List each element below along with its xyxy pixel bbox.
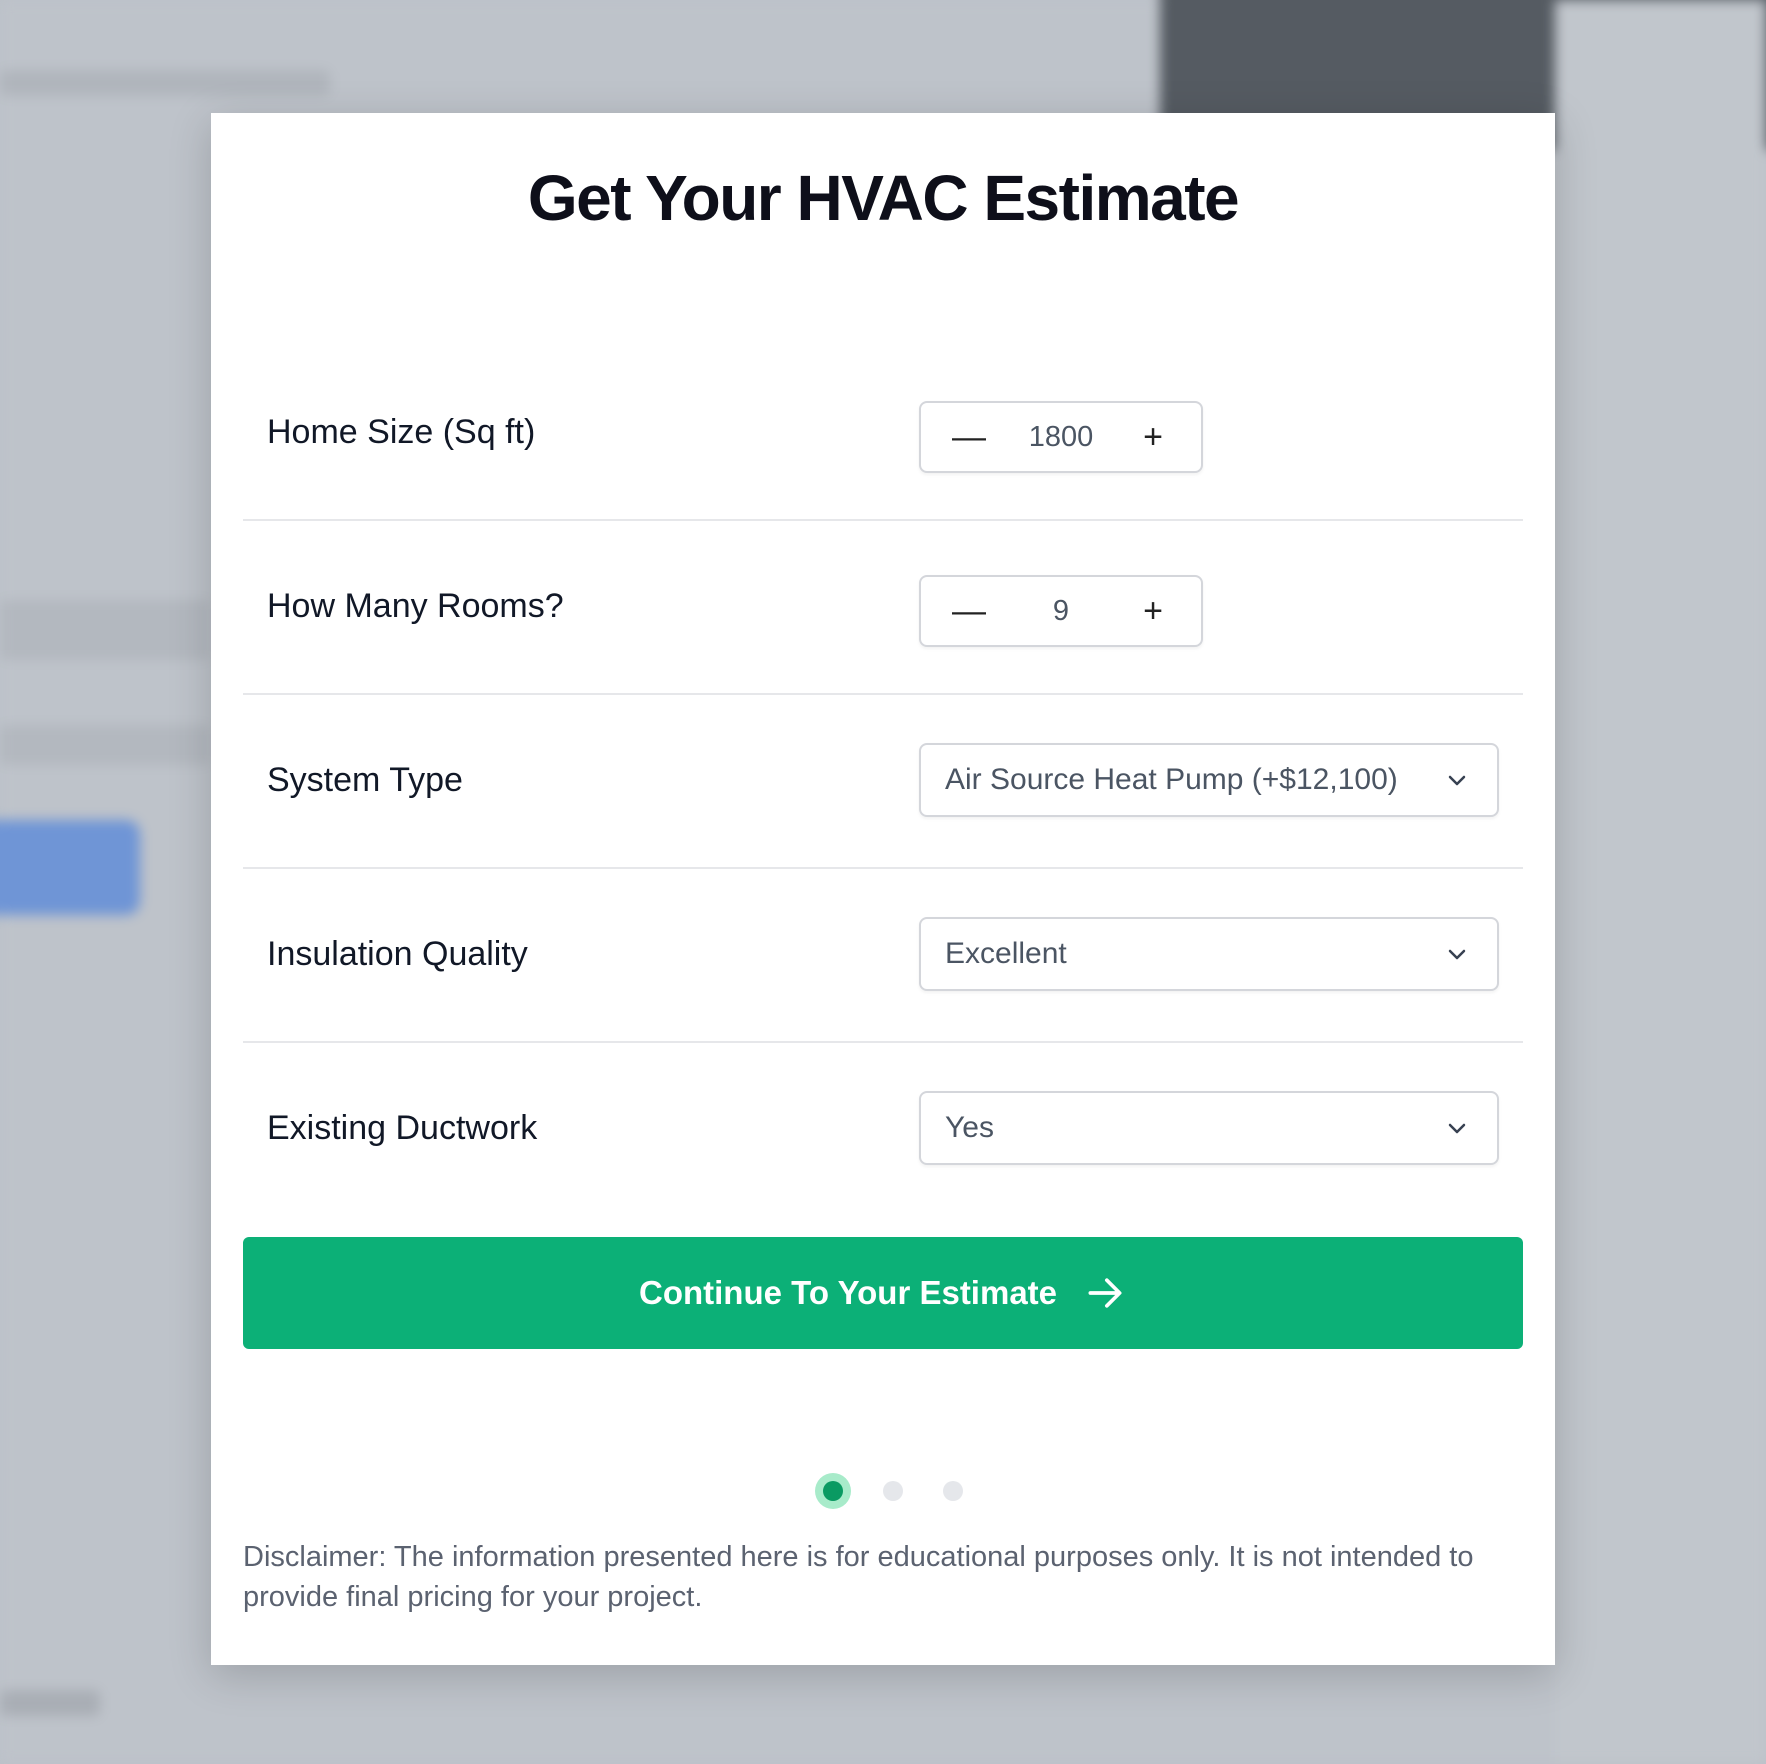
form-row-rooms: How Many Rooms? — 9 + (243, 519, 1523, 695)
decrement-button[interactable]: — (921, 403, 1017, 471)
ductwork-label: Existing Ductwork (267, 1108, 538, 1147)
background-text-line (0, 1690, 100, 1716)
rooms-stepper[interactable]: — 9 + (919, 575, 1203, 647)
increment-button[interactable]: + (1105, 577, 1201, 645)
background-button (0, 820, 140, 915)
increment-button[interactable]: + (1105, 403, 1201, 471)
decrement-button[interactable]: — (921, 577, 1017, 645)
rooms-label: How Many Rooms? (267, 586, 564, 625)
chevron-down-icon (1448, 949, 1466, 960)
form-row-system-type: System Type Air Source Heat Pump (+$12,1… (243, 693, 1523, 869)
chevron-down-icon (1448, 1123, 1466, 1134)
pagination-dot-3[interactable] (943, 1481, 963, 1501)
ductwork-value: Yes (945, 1111, 994, 1144)
pagination-dots (211, 1471, 1555, 1511)
modal-title: Get Your HVAC Estimate (527, 162, 1240, 234)
background-text-line (0, 70, 330, 96)
background-text-line (0, 725, 210, 765)
estimate-modal: Get Your HVAC Estimate Home Size (Sq ft)… (211, 113, 1555, 1665)
insulation-label: Insulation Quality (267, 934, 528, 973)
ductwork-select[interactable]: Yes (919, 1091, 1499, 1165)
chevron-down-icon (1448, 775, 1466, 786)
home-size-label: Home Size (Sq ft) (267, 412, 536, 451)
rooms-value[interactable]: 9 (1017, 595, 1105, 628)
continue-button-label: Continue To Your Estimate (638, 1274, 1058, 1311)
system-type-value: Air Source Heat Pump (+$12,100) (945, 763, 1398, 796)
pagination-dot-2[interactable] (883, 1481, 903, 1501)
arrow-right-icon (1088, 1278, 1122, 1308)
form-row-ductwork: Existing Ductwork Yes (243, 1041, 1523, 1215)
form-row-insulation: Insulation Quality Excellent (243, 867, 1523, 1043)
insulation-value: Excellent (945, 937, 1067, 970)
pagination-dot-1[interactable] (823, 1481, 843, 1501)
background-text-line (0, 600, 210, 660)
home-size-stepper[interactable]: — 1800 + (919, 401, 1203, 473)
continue-button[interactable]: Continue To Your Estimate (243, 1237, 1523, 1349)
system-type-label: System Type (267, 760, 463, 799)
system-type-select[interactable]: Air Source Heat Pump (+$12,100) (919, 743, 1499, 817)
home-size-value[interactable]: 1800 (1017, 421, 1105, 454)
disclaimer-text: Disclaimer: The information presented he… (243, 1541, 1474, 1613)
background-column (1555, 0, 1766, 1764)
insulation-select[interactable]: Excellent (919, 917, 1499, 991)
form-row-home-size: Home Size (Sq ft) — 1800 + (243, 345, 1523, 521)
